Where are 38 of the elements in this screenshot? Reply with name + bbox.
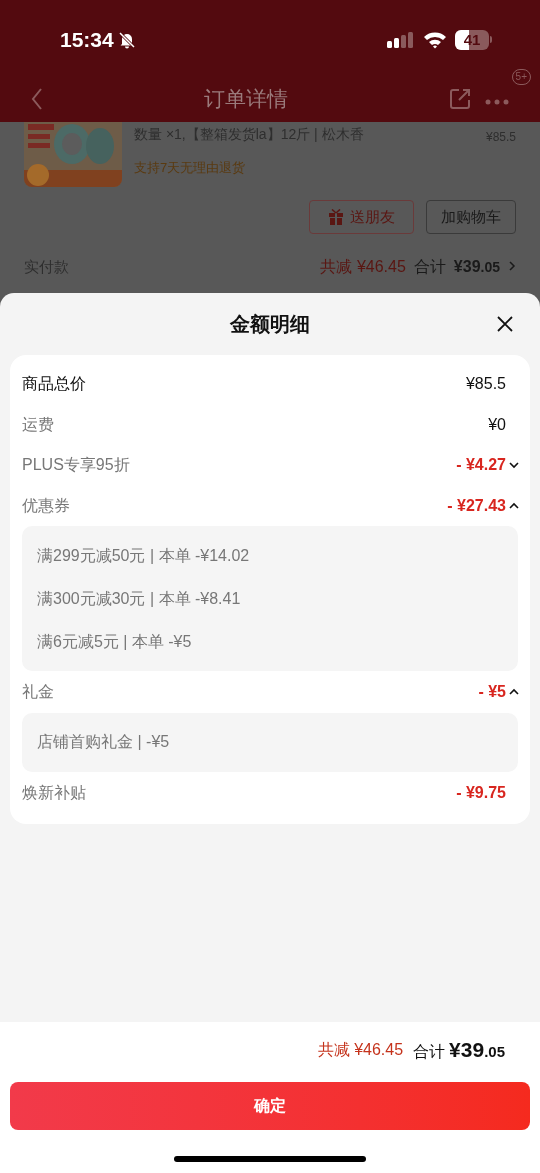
discount-detail: 满6元减5元 | 本单 -¥5 <box>37 631 193 652</box>
share-icon[interactable] <box>448 86 472 111</box>
more-icon[interactable] <box>484 97 510 106</box>
chevron-right-icon[interactable] <box>508 260 516 272</box>
back-icon[interactable] <box>30 86 44 111</box>
price-row-label: 优惠券 <box>22 495 70 516</box>
discount-detail: 满300元减30元 | 本单 -¥8.41 <box>37 588 242 609</box>
price-row-amount: - ¥5 <box>478 682 506 703</box>
price-row-amount: ¥0 <box>488 414 506 435</box>
wifi-icon <box>423 30 447 49</box>
discount-detail: 满299元减50元 | 本单 -¥14.02 <box>37 545 251 566</box>
gift-icon <box>328 209 344 225</box>
add-to-cart-button[interactable]: 加购物车 <box>426 200 516 234</box>
discount-detail: 店铺首购礼金 | -¥5 <box>37 732 171 752</box>
return-policy: 支持7天无理由退货 <box>134 159 247 177</box>
price-row-amount: - ¥9.75 <box>456 782 506 803</box>
confirm-button[interactable]: 确定 <box>10 1082 530 1130</box>
total-amount: ¥39.05 <box>449 1036 505 1063</box>
sheet-title: 金额明细 <box>230 312 310 337</box>
price-row-label: 焕新补贴 <box>22 782 86 803</box>
send-gift-button[interactable]: 送朋友 <box>309 200 414 234</box>
price-row-amount: - ¥4.27 <box>456 455 506 476</box>
close-icon[interactable] <box>496 315 514 333</box>
price-row-amount: - ¥27.43 <box>447 495 506 516</box>
total-label: 合计 <box>413 1041 446 1062</box>
saved-amount: 共减 ¥46.45 <box>317 1039 404 1060</box>
bell-off-icon <box>117 30 136 49</box>
price-row-label: PLUS专享95折 <box>22 455 130 476</box>
total-label: 合计 <box>413 257 446 277</box>
price-row-label: 运费 <box>22 414 54 435</box>
price-row-label: 商品总价 <box>22 374 86 395</box>
saved-amount: 共减 ¥46.45 <box>320 257 406 277</box>
page-title: 订单详情 <box>203 85 289 112</box>
status-time: 15:34 <box>60 26 114 53</box>
total-amount: ¥39.05 <box>453 257 500 277</box>
signal-icon <box>387 30 415 49</box>
price-row-amount: ¥85.5 <box>465 374 506 395</box>
price-row-label: 礼金 <box>22 682 54 703</box>
